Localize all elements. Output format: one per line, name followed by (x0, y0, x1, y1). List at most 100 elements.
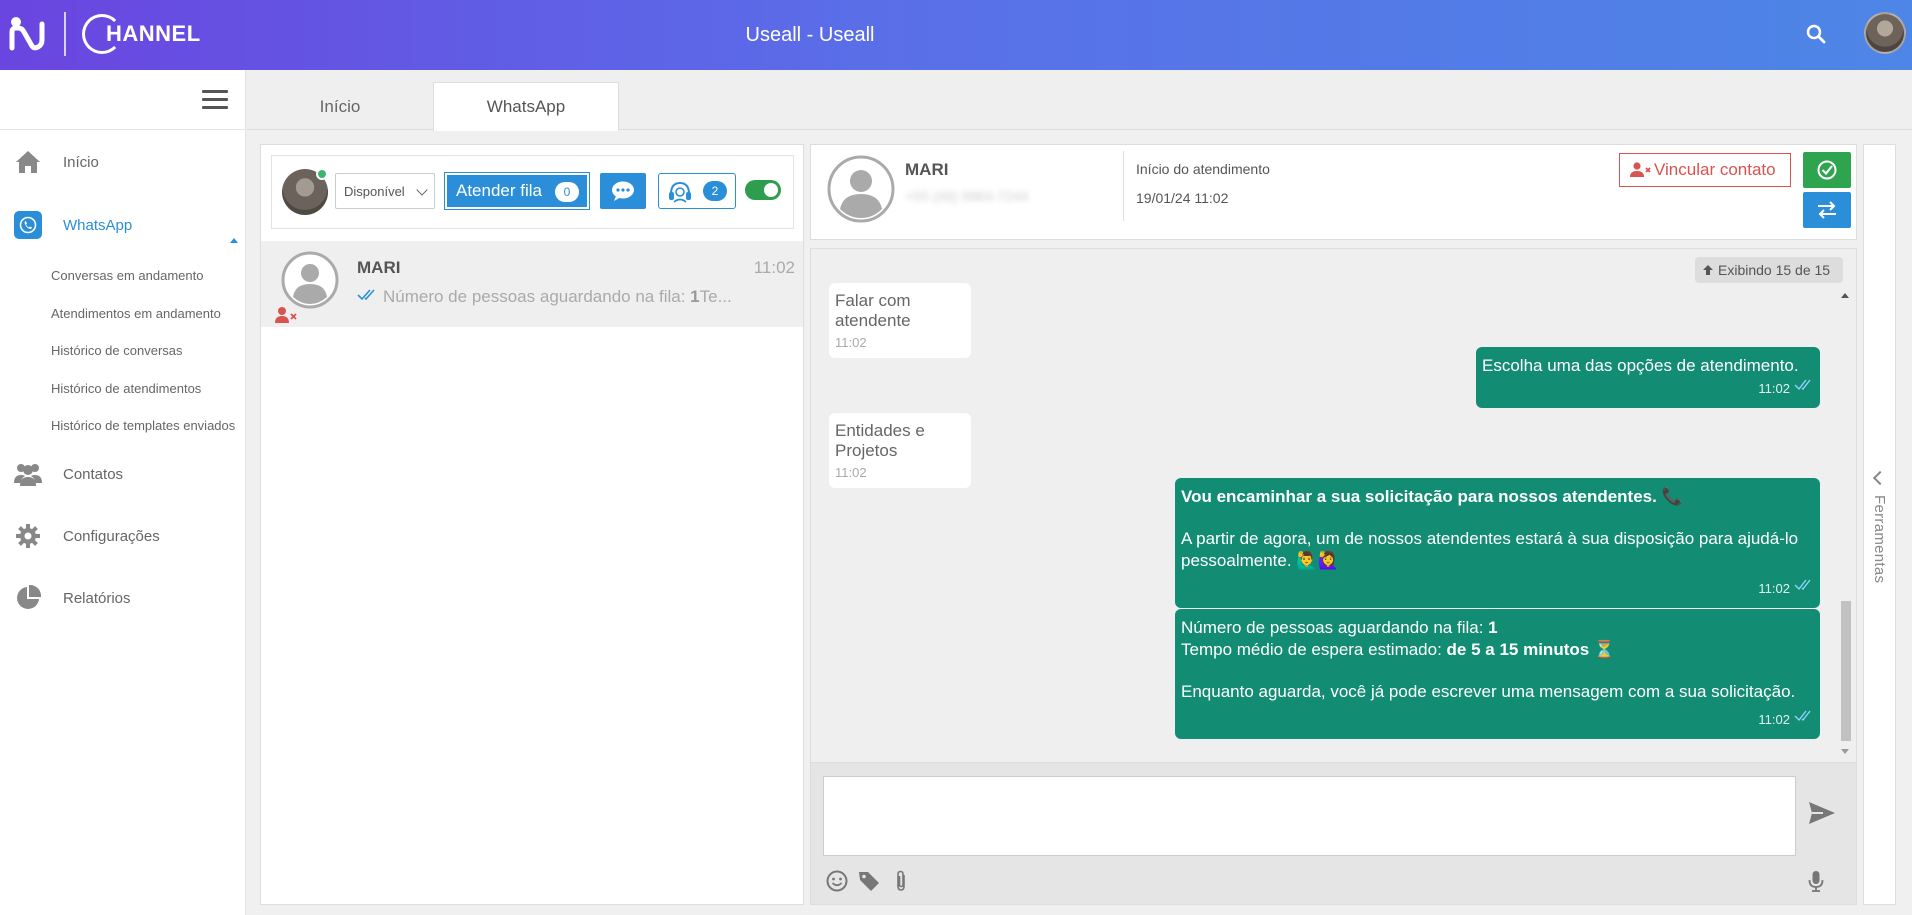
message-line-1-bold: 1 (1488, 618, 1498, 637)
tab-inicio[interactable]: Início (247, 82, 433, 131)
check-circle-icon (1817, 160, 1837, 180)
search-icon[interactable] (1804, 22, 1828, 46)
message-time: 11:02 (1758, 381, 1790, 396)
hamburger-menu-icon[interactable] (202, 90, 228, 110)
scroll-up-arrow-icon[interactable] (1841, 293, 1849, 298)
message-input[interactable] (823, 776, 1796, 856)
message-text: Entidades e Projetos (835, 421, 925, 460)
transfer-arrows-icon (1818, 201, 1836, 219)
availability-toggle[interactable] (745, 180, 781, 200)
top-bar: HANNEL Useall - Useall (0, 0, 1912, 70)
unlinked-contact-icon (275, 307, 297, 323)
preview-suffix: Te... (699, 287, 732, 306)
tag-icon[interactable] (857, 869, 881, 893)
sidebar-item-whatsapp[interactable]: WhatsApp (0, 196, 246, 254)
tools-panel-label: Ferramentas (1871, 495, 1888, 584)
message-incoming: Entidades e Projetos 11:02 (829, 413, 971, 488)
scrollbar-thumb[interactable] (1841, 601, 1851, 741)
chat-messages-area[interactable]: Exibindo 15 de 15 Falar com atendente 11… (810, 248, 1857, 763)
sidebar-subitem-atendimentos[interactable]: Atendimentos em andamento (51, 306, 221, 321)
message-bold-text: Vou encaminhar a sua solicitação para no… (1181, 487, 1683, 506)
sidebar-subitem-historico-conversas[interactable]: Histórico de conversas (51, 343, 183, 358)
queue-count-badge: 0 (555, 182, 579, 202)
sidebar-item-contatos[interactable]: Contatos (0, 445, 246, 503)
message-time: 11:02 (1758, 712, 1790, 727)
new-chat-button[interactable] (600, 173, 646, 209)
conversation-list-item[interactable]: MARI 11:02 Número de pessoas aguardando … (261, 241, 803, 327)
message-outgoing: Vou encaminhar a sua solicitação para no… (1175, 478, 1820, 608)
sidebar-item-label: Início (63, 153, 99, 171)
contact-phone: +55 (48) 9964-7244 (905, 188, 1029, 204)
message-text: Enquanto aguarda, você já pode escrever … (1181, 682, 1796, 701)
header-divider (1123, 151, 1124, 221)
user-avatar[interactable] (1864, 12, 1906, 54)
message-outgoing: Escolha uma das opções de atendimento. 1… (1476, 347, 1820, 408)
scroll-down-arrow-icon[interactable] (1841, 749, 1849, 754)
attend-queue-label: Atender fila (456, 181, 542, 200)
sidebar-item-inicio[interactable]: Início (0, 133, 246, 191)
message-line-2: Tempo médio de espera estimado: de 5 a 1… (1181, 639, 1814, 661)
chevron-left-icon (1872, 470, 1888, 486)
message-text: A partir de agora, um de nossos atendent… (1181, 529, 1799, 570)
message-composer (810, 763, 1857, 905)
transfer-button[interactable] (1803, 192, 1851, 228)
emoji-icon[interactable] (825, 869, 849, 893)
conversation-name: MARI (357, 258, 401, 277)
message-outgoing: Número de pessoas aguardando na fila: 1 … (1175, 609, 1820, 739)
double-check-icon (1794, 579, 1811, 591)
attend-queue-button[interactable]: Atender fila 0 (444, 172, 590, 210)
microphone-icon[interactable] (1804, 869, 1828, 893)
message-text: Escolha uma das opções de atendimento. (1482, 356, 1799, 375)
message-incoming: Falar com atendente 11:02 (829, 283, 971, 358)
tools-panel-toggle[interactable]: Ferramentas (1863, 144, 1896, 905)
sidebar-item-configuracoes[interactable]: Configurações (0, 507, 246, 565)
pie-chart-icon (13, 583, 43, 613)
message-time: 11:02 (835, 335, 867, 350)
conversation-list-panel: Disponível Atender fila 0 2 MARI 11:02 N… (260, 144, 804, 905)
sidebar-subitem-historico-templates[interactable]: Histórico de templates enviados (51, 418, 235, 433)
attendance-start-label: Início do atendimento (1136, 161, 1270, 177)
contact-avatar-placeholder-icon (281, 251, 339, 309)
list-toolbar: Disponível Atender fila 0 2 (271, 155, 794, 229)
message-meta: 11:02 (1181, 709, 1814, 731)
agents-button[interactable]: 2 (658, 173, 736, 209)
link-contact-button[interactable]: Vincular contato (1619, 153, 1791, 187)
showing-count-badge[interactable]: Exibindo 15 de 15 (1695, 257, 1843, 283)
attendance-start-date: 19/01/24 11:02 (1136, 190, 1229, 206)
caret-up-icon (230, 238, 238, 243)
message-text: Falar com atendente (835, 291, 911, 330)
sidebar-item-label: WhatsApp (63, 216, 133, 234)
sidebar-item-label: Configurações (63, 527, 160, 545)
sidebar-subitem-conversas[interactable]: Conversas em andamento (51, 268, 203, 283)
message-meta: 11:02 (1181, 578, 1814, 600)
sidebar-subitem-historico-atendimentos[interactable]: Histórico de atendimentos (51, 381, 201, 396)
chat-scrollbar[interactable] (1838, 289, 1852, 759)
chevron-down-icon (416, 184, 428, 196)
home-icon (13, 147, 43, 177)
sidebar: Início WhatsApp Conversas em andamento A… (0, 70, 246, 915)
send-icon[interactable] (1807, 799, 1837, 827)
preview-bold: 1 (690, 287, 700, 306)
double-check-icon (357, 289, 375, 301)
chat-bubble-icon (612, 181, 634, 201)
contact-name: MARI (905, 160, 949, 179)
tab-whatsapp[interactable]: WhatsApp (433, 82, 619, 131)
double-check-icon (1794, 710, 1811, 722)
preview-text: Número de pessoas aguardando na fila: (383, 287, 691, 306)
agents-count-badge: 2 (703, 181, 727, 201)
finish-attendance-button[interactable] (1803, 152, 1851, 188)
message-time: 11:02 (835, 465, 867, 480)
attachment-icon[interactable] (889, 869, 913, 893)
sidebar-item-relatorios[interactable]: Relatórios (0, 569, 246, 627)
showing-count-label: Exibindo 15 de 15 (1718, 262, 1831, 278)
message-time: 11:02 (1758, 581, 1790, 596)
tab-bar: Início WhatsApp (247, 70, 1912, 131)
message-line-1-text: Número de pessoas aguardando na fila: (1181, 618, 1489, 637)
user-x-icon (1630, 162, 1651, 177)
conversation-time: 11:02 (753, 258, 795, 277)
headset-icon (669, 181, 691, 203)
arrow-up-icon (1703, 265, 1713, 275)
whatsapp-icon (13, 210, 43, 240)
status-select-value: Disponível (344, 183, 405, 199)
status-select[interactable]: Disponível (335, 173, 435, 209)
